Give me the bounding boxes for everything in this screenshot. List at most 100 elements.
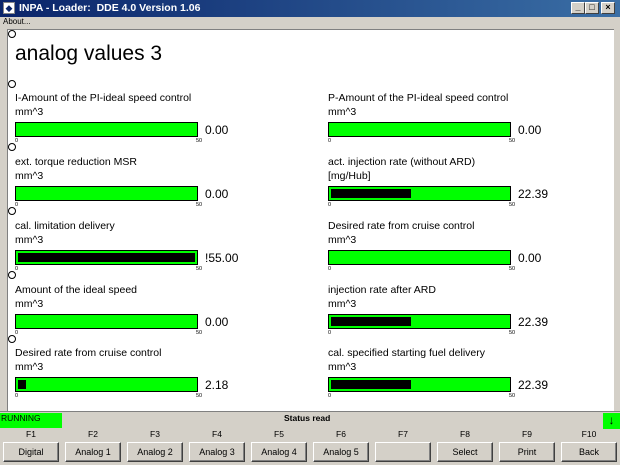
- gauge-max: 50: [509, 202, 516, 208]
- fkey-slot: F8 Select: [434, 428, 496, 465]
- gauge-label: Desired rate from cruise control: [15, 347, 162, 359]
- fkey-label: F6: [336, 429, 346, 439]
- gauge: Desired rate from cruise control mm^3 2.…: [15, 347, 305, 407]
- gauge-unit: mm^3: [15, 298, 44, 310]
- gauge-bar: [328, 122, 511, 137]
- analog-2-button[interactable]: Analog 2: [127, 442, 183, 462]
- fkey-label: F3: [150, 429, 160, 439]
- print-button[interactable]: Print: [499, 442, 555, 462]
- gauge-label: I-Amount of the PI-ideal speed control: [15, 92, 192, 104]
- close-button[interactable]: ×: [601, 2, 615, 14]
- gauge-min: 0: [328, 393, 332, 399]
- gauge-value: 0.00: [518, 251, 542, 265]
- gauge-max: 50: [196, 330, 203, 336]
- gauge-max: 50: [509, 330, 516, 336]
- gauge-min: 0: [15, 266, 19, 272]
- gauge-max: 50: [196, 202, 203, 208]
- gauge-label: cal. limitation delivery: [15, 220, 115, 232]
- gauge-label: P-Amount of the PI-ideal speed control: [328, 92, 509, 104]
- fkey-label: F7: [398, 429, 408, 439]
- gauge-bar: [15, 314, 198, 329]
- gauge-max: 50: [196, 393, 203, 399]
- fkey-label: F9: [522, 429, 532, 439]
- title-bar: ◆ INPA - Loader: DDE 4.0 Version 1.06 _ …: [0, 0, 620, 17]
- status-bar: RUNNING Status read ↓: [0, 411, 620, 429]
- window-title: INPA - Loader: DDE 4.0 Version 1.06: [19, 2, 201, 14]
- gauge-unit: mm^3: [15, 234, 44, 246]
- fkey-slot: F2 Analog 1: [62, 428, 124, 465]
- binder-ring-icon: [8, 30, 16, 38]
- status-message: Status read: [284, 413, 331, 423]
- gauge: injection rate after ARD mm^3 22.39 0 50: [328, 284, 618, 344]
- fkey-slot: F5 Analog 4: [248, 428, 310, 465]
- gauge-bar: [15, 186, 198, 201]
- page-title: analog values 3: [15, 42, 163, 65]
- arrow-down-icon: ↓: [603, 413, 620, 429]
- fkey-slot: F9 Print: [496, 428, 558, 465]
- f7-button[interactable]: [375, 442, 431, 462]
- gauge-max: 50: [196, 266, 203, 272]
- gauge-unit: mm^3: [328, 106, 357, 118]
- select-button[interactable]: Select: [437, 442, 493, 462]
- fkey-label: F4: [212, 429, 222, 439]
- maximize-button[interactable]: □: [585, 2, 599, 14]
- fkey-slot: F7: [372, 428, 434, 465]
- gauge-bar: [15, 250, 198, 265]
- gauge-min: 0: [15, 330, 19, 336]
- minimize-button[interactable]: _: [571, 2, 585, 14]
- gauge: P-Amount of the PI-ideal speed control m…: [328, 92, 618, 152]
- function-key-bar: F1 Digital F2 Analog 1 F3 Analog 2 F4 An…: [0, 428, 620, 465]
- fkey-label: F8: [460, 429, 470, 439]
- gauge-value: 22.39: [518, 378, 549, 392]
- gauge-min: 0: [328, 266, 332, 272]
- gauge-label: injection rate after ARD: [328, 284, 436, 296]
- gauge-bar: [328, 314, 511, 329]
- analog-3-button[interactable]: Analog 3: [189, 442, 245, 462]
- gauge-min: 0: [15, 202, 19, 208]
- gauge: I-Amount of the PI-ideal speed control m…: [15, 92, 305, 152]
- gauge-max: 50: [196, 138, 203, 144]
- fkey-slot: F1 Digital: [0, 428, 62, 465]
- status-state: RUNNING: [0, 413, 62, 428]
- gauge: act. injection rate (without ARD) [mg/Hu…: [328, 156, 618, 216]
- binder-ring-icon: [8, 80, 16, 88]
- gauge: Amount of the ideal speed mm^3 0.00 0 50: [15, 284, 305, 344]
- gauge-unit: mm^3: [15, 170, 44, 182]
- gauge-bar: [328, 377, 511, 392]
- bmw-icon: ◆: [3, 2, 15, 14]
- gauge-bar: [15, 377, 198, 392]
- fkey-slot: F4 Analog 3: [186, 428, 248, 465]
- analog-4-button[interactable]: Analog 4: [251, 442, 307, 462]
- gauge-unit: mm^3: [328, 361, 357, 373]
- analog-5-button[interactable]: Analog 5: [313, 442, 369, 462]
- gauge-unit: mm^3: [15, 106, 44, 118]
- menu-bar: About...: [0, 17, 620, 28]
- gauge-value: 22.39: [518, 315, 549, 329]
- back-button[interactable]: Back: [561, 442, 617, 462]
- gauge: ext. torque reduction MSR mm^3 0.00 0 50: [15, 156, 305, 216]
- gauge-label: Desired rate from cruise control: [328, 220, 475, 232]
- gauge-max: 50: [509, 393, 516, 399]
- gauge-label: Amount of the ideal speed: [15, 284, 138, 296]
- gauge-value: 0.00: [518, 123, 542, 137]
- analog-1-button[interactable]: Analog 1: [65, 442, 121, 462]
- gauge-min: 0: [328, 138, 332, 144]
- gauge-value: 2.18: [205, 378, 229, 392]
- digital-button[interactable]: Digital: [3, 442, 59, 462]
- gauge-unit: mm^3: [328, 234, 357, 246]
- gauge-fill: [18, 253, 195, 262]
- fkey-slot: F6 Analog 5: [310, 428, 372, 465]
- menu-about[interactable]: About...: [3, 17, 31, 27]
- gauge-fill: [331, 317, 411, 326]
- gauge-bar: [328, 250, 511, 265]
- gauge-min: 0: [328, 330, 332, 336]
- gauge-value: 0.00: [205, 123, 229, 137]
- main-panel: analog values 3 I-Amount of the PI-ideal…: [7, 29, 614, 411]
- gauge-min: 0: [328, 202, 332, 208]
- gauge: cal. limitation delivery mm^3 !55.00 0 5…: [15, 220, 305, 280]
- fkey-label: F1: [26, 429, 36, 439]
- fkey-label: F2: [88, 429, 98, 439]
- gauge: cal. specified starting fuel delivery mm…: [328, 347, 618, 407]
- gauge-bar: [328, 186, 511, 201]
- gauge-unit: [mg/Hub]: [328, 170, 371, 182]
